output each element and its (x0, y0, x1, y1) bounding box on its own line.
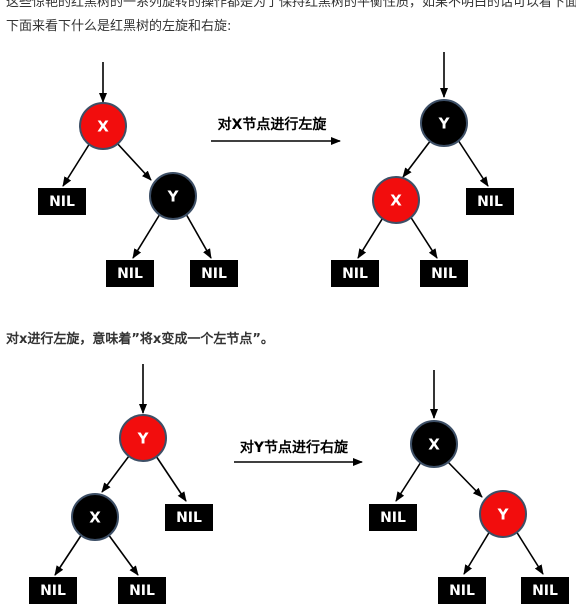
edge-y-nil-left (463, 530, 491, 575)
nil-leaf: NIL (165, 504, 213, 531)
nil-leaf: NIL (521, 577, 569, 604)
tree-node-x: X (71, 493, 119, 541)
edge-y-nil-right (185, 213, 212, 259)
cut-off-text-line: 这些惊艳的红黑树的一系列旋转的操作都是为了保持红黑树的平衡性质，如果不明白的话可… (6, 0, 576, 10)
nil-label: NIL (532, 583, 558, 599)
node-label: Y (438, 115, 451, 133)
left-rotation-diagram: X Y NIL NIL NIL 对X节点进行左旋 Y X NIL NIL NIL (38, 52, 514, 287)
edge-y-nil (457, 139, 489, 187)
nil-leaf: NIL (29, 577, 77, 604)
nil-leaf: NIL (38, 188, 86, 215)
edge-y-nil-right (515, 530, 544, 575)
edge-x-nil-right (409, 215, 438, 259)
nil-label: NIL (380, 510, 406, 526)
node-label: X (390, 192, 402, 210)
node-label: Y (137, 430, 150, 448)
nil-label: NIL (342, 266, 368, 282)
nil-leaf: NIL (331, 260, 379, 287)
nil-label: NIL (431, 266, 457, 282)
edge-y-x (402, 139, 432, 178)
edge-x-nil-left (54, 533, 83, 576)
tree-node-x: X (372, 176, 420, 224)
operation-label: 对Y节点进行右旋 (240, 439, 349, 456)
node-label: Y (167, 188, 180, 206)
edge-x-y (446, 460, 483, 498)
operation-label: 对X节点进行左旋 (218, 116, 328, 133)
nil-label: NIL (449, 583, 475, 599)
tree-node-y: Y (119, 414, 167, 462)
nil-label: NIL (117, 266, 143, 282)
tree-node-x: X (410, 420, 458, 468)
edges (54, 364, 544, 576)
edge-x-nil (62, 142, 91, 187)
right-rotation-diagram: Y X NIL NIL NIL 对Y节点进行右旋 X Y NIL NIL NIL (29, 364, 569, 604)
intro-text: 下面来看下什么是红黑树的左旋和右旋: (6, 19, 232, 34)
nil-label: NIL (477, 194, 503, 210)
nil-leaf: NIL (438, 577, 486, 604)
edge-y-x (101, 455, 130, 493)
node-label: Y (497, 506, 510, 524)
node-label: X (97, 118, 109, 136)
nil-leaf: NIL (118, 577, 166, 604)
nil-leaf: NIL (466, 188, 514, 215)
node-label: X (89, 509, 101, 527)
nil-label: NIL (129, 583, 155, 599)
edge-x-nil (395, 461, 422, 502)
tree-node-y: Y (479, 490, 527, 538)
edge-x-y (115, 141, 152, 181)
tree-node-y: Y (420, 99, 468, 147)
nil-leaf: NIL (369, 504, 417, 531)
nil-label: NIL (176, 510, 202, 526)
nil-label: NIL (40, 583, 66, 599)
nil-leaf: NIL (190, 260, 238, 287)
nil-label: NIL (201, 266, 227, 282)
tree-node-x: X (79, 102, 127, 150)
edge-x-nil-left (357, 215, 385, 259)
tree-node-y: Y (149, 172, 197, 220)
nil-label: NIL (49, 194, 75, 210)
edge-y-nil (155, 455, 187, 502)
left-rotation-caption: 对x进行左旋，意味着”将x变成一个左节点”。 (6, 332, 274, 347)
node-label: X (428, 436, 440, 454)
nil-leaf: NIL (106, 260, 154, 287)
edges (62, 52, 489, 259)
edge-y-nil-left (132, 213, 161, 259)
nil-leaf: NIL (420, 260, 468, 287)
edge-x-nil-right (107, 533, 139, 576)
